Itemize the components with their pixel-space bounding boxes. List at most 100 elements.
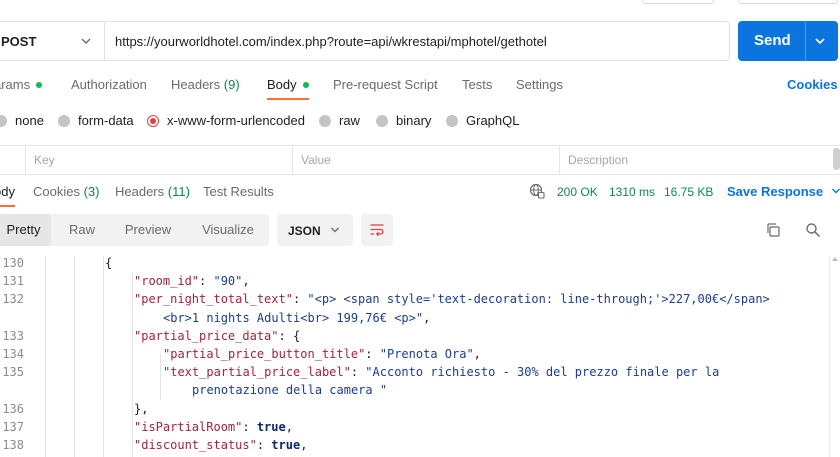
code-line: "isPartialRoom": true,: [134, 420, 293, 434]
json-key: "text_partial_price_label": [163, 365, 351, 380]
radio-circle-icon: [0, 114, 7, 127]
send-button[interactable]: Send: [738, 21, 838, 61]
format-label: JSON: [288, 224, 321, 238]
code-scrollbar[interactable]: [829, 256, 840, 457]
toolbar-button-fragment[interactable]: [738, 0, 838, 4]
view-preview-button[interactable]: Preview: [114, 214, 182, 246]
response-code-view[interactable]: 130 {131 "room_id": "90", 132 "per_night_tot…: [0, 256, 826, 457]
method-label: POST: [1, 33, 37, 49]
json-key: "discount_status": [134, 438, 257, 452]
json-punctuation: ,: [285, 419, 293, 434]
view-pretty-button[interactable]: Pretty: [0, 214, 51, 246]
tab-label: Body: [267, 77, 297, 92]
search-icon[interactable]: [805, 222, 821, 238]
key-column-header[interactable]: Key: [25, 146, 292, 174]
chevron-down-icon: [81, 38, 91, 44]
radio-raw[interactable]: raw: [319, 113, 360, 128]
view-mode-toggle: Pretty Raw Preview Visualize: [0, 214, 269, 246]
send-divider: [805, 21, 806, 61]
kv-table-header: Key Value Description: [0, 145, 840, 175]
value-column-header[interactable]: Value: [292, 146, 559, 174]
response-time[interactable]: 1310 ms: [609, 185, 655, 199]
tab-label: Pre-request Script: [333, 77, 438, 92]
json-punctuation: :: [365, 347, 380, 361]
tab-tests[interactable]: Tests: [462, 76, 492, 100]
radio-circle-icon: [319, 114, 331, 127]
url-input[interactable]: https://yourworldhotel.com/index.php?rou…: [115, 22, 547, 60]
tab-settings[interactable]: Settings: [516, 76, 563, 100]
radio-graphql[interactable]: GraphQL: [446, 113, 519, 128]
chevron-down-icon: [832, 188, 840, 194]
code-line: <br>1 nights Adulti<br> 199,76€ <p>",: [163, 311, 430, 325]
tab-body[interactable]: Body: [267, 76, 309, 100]
json-punctuation: {: [105, 256, 113, 270]
tab-authorization[interactable]: Authorization: [71, 76, 147, 100]
code-line: prenotazione della camera ": [192, 383, 387, 397]
json-punctuation: ,: [242, 274, 250, 289]
save-response-button[interactable]: Save Response: [727, 184, 840, 199]
tab-label: Headers: [115, 184, 165, 199]
tab-label: Headers: [171, 77, 221, 92]
kv-scrollbar[interactable]: [833, 148, 840, 170]
tab-response-cookies[interactable]: Cookies (3): [33, 183, 99, 207]
radio-form-data[interactable]: form-data: [58, 113, 134, 128]
radio-label: x-www-form-urlencoded: [167, 113, 305, 128]
code-line: "partial_price_data": {: [134, 329, 300, 343]
code-line: },: [134, 402, 148, 416]
json-punctuation: :: [242, 419, 257, 434]
radio-x-www-form-urlencoded[interactable]: x-www-form-urlencoded: [147, 113, 305, 128]
indent-guide: [132, 272, 133, 457]
tab-label: arams: [0, 77, 31, 92]
description-column-header[interactable]: Description: [559, 146, 833, 174]
radio-label: form-data: [78, 113, 134, 128]
scroll-up-icon[interactable]: [832, 257, 838, 261]
cookies-link[interactable]: Cookies: [787, 77, 838, 92]
tab-test-results[interactable]: Test Results: [203, 183, 274, 207]
json-key: "isPartialRoom": [134, 419, 243, 434]
chevron-down-icon[interactable]: [814, 35, 826, 47]
json-key: "per_night_total_text": [134, 292, 293, 307]
tab-label: ody: [0, 184, 15, 199]
tab-count: (11): [167, 184, 190, 199]
globe-network-icon[interactable]: [529, 183, 545, 199]
tab-response-body[interactable]: ody: [0, 183, 15, 207]
line-number: 135: [2, 365, 24, 380]
active-dot-icon: [36, 81, 43, 88]
json-punctuation: ,: [300, 438, 308, 452]
radio-binary[interactable]: binary: [376, 113, 431, 128]
radio-label: GraphQL: [466, 113, 520, 128]
tab-headers[interactable]: Headers (9): [171, 76, 240, 100]
tab-label: Settings: [516, 77, 563, 92]
wrap-lines-button[interactable]: [361, 214, 393, 246]
tab-params[interactable]: arams: [0, 76, 43, 100]
active-dot-icon: [302, 81, 309, 88]
indent-guide: [103, 256, 104, 457]
view-visualize-button[interactable]: Visualize: [188, 214, 268, 246]
status-code[interactable]: 200 OK: [557, 185, 598, 199]
method-select[interactable]: POST: [0, 22, 105, 60]
radio-label: binary: [396, 113, 432, 128]
indent-guide: [160, 354, 161, 400]
json-key: "partial_price_data": [134, 328, 279, 343]
copy-icon[interactable]: [765, 222, 781, 238]
json-punctuation: :: [350, 365, 366, 380]
json-key: "room_id": [134, 274, 200, 289]
code-line: {: [105, 256, 112, 270]
toolbar-button-fragment[interactable]: [642, 0, 714, 4]
response-size[interactable]: 16.75 KB: [664, 185, 713, 199]
code-line: "per_night_total_text": "<p> <span style…: [134, 292, 770, 306]
tab-response-headers[interactable]: Headers (11): [115, 183, 190, 207]
view-raw-button[interactable]: Raw: [54, 214, 110, 246]
line-number: 131: [2, 274, 24, 289]
radio-label: none: [15, 113, 44, 128]
line-number: 130: [2, 256, 24, 270]
format-select[interactable]: JSON: [277, 214, 353, 246]
line-number: 137: [2, 419, 24, 434]
radio-none[interactable]: none: [0, 113, 44, 128]
tab-label: Tests: [462, 77, 493, 92]
request-bar: POST https://yourworldhotel.com/index.ph…: [0, 21, 730, 61]
radio-circle-icon: [147, 114, 159, 127]
top-toolbar-edge: [0, 0, 840, 16]
json-string: "<p> <span style='text-decoration: line-…: [307, 292, 770, 307]
tab-pre-request-script[interactable]: Pre-request Script: [333, 76, 438, 100]
